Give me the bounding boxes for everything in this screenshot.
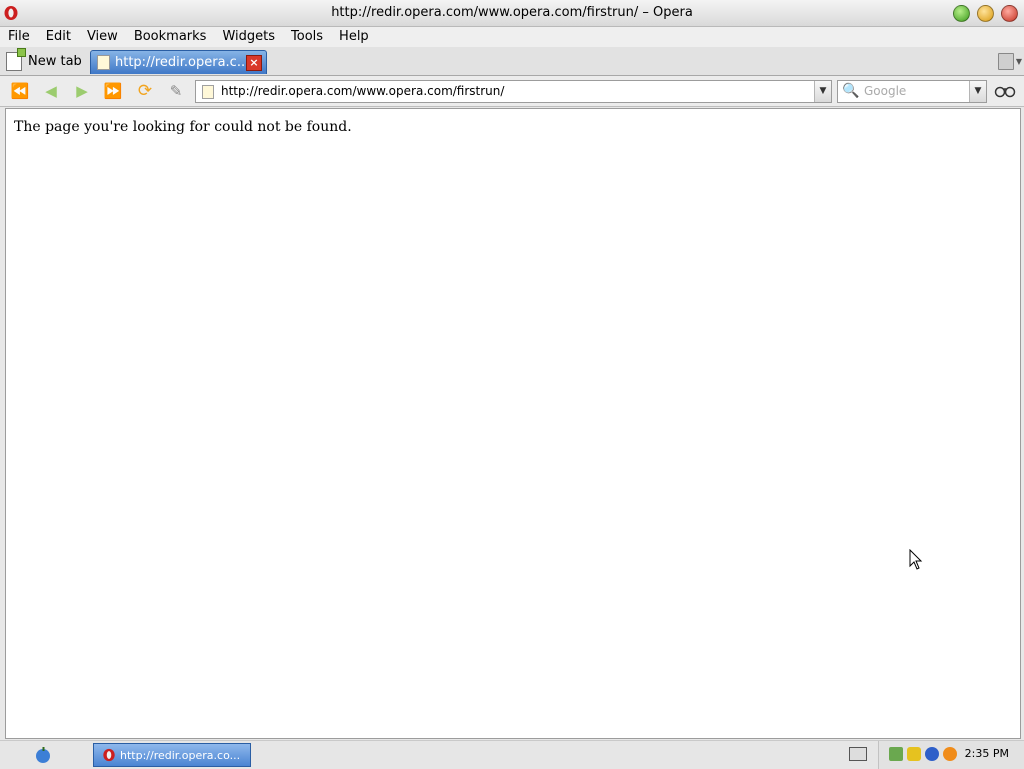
trash-icon[interactable] <box>998 53 1014 70</box>
close-tab-icon[interactable]: × <box>246 54 262 71</box>
shield-icon[interactable] <box>907 747 921 761</box>
new-tab-button[interactable]: New tab <box>6 48 86 73</box>
tab-active[interactable]: http://redir.opera.c... × <box>90 50 267 74</box>
error-message: The page you're looking for could not be… <box>14 119 352 135</box>
chevron-down-icon[interactable]: ▼ <box>1016 57 1022 66</box>
update-icon[interactable] <box>925 747 939 761</box>
menu-tools[interactable]: Tools <box>283 27 331 47</box>
taskbar-window-label: http://redir.opera.co... <box>120 748 240 762</box>
new-tab-label: New tab <box>28 54 82 69</box>
window-controls <box>953 5 1018 22</box>
maximize-button[interactable] <box>953 5 970 22</box>
page-icon <box>97 55 110 70</box>
search-engine-dropdown[interactable]: ▼ <box>969 81 986 102</box>
menu-edit[interactable]: Edit <box>38 27 79 47</box>
menu-widgets[interactable]: Widgets <box>214 27 283 47</box>
apple-icon[interactable] <box>34 746 52 764</box>
system-tray: 2:35 PM <box>878 741 1024 769</box>
search-tray-icon[interactable] <box>943 747 957 761</box>
opera-icon <box>103 748 115 762</box>
forward-icon[interactable]: ▶ <box>71 80 93 102</box>
edit-icon[interactable]: ✎ <box>165 80 187 102</box>
page-content: The page you're looking for could not be… <box>5 108 1021 739</box>
menu-bar: File Edit View Bookmarks Widgets Tools H… <box>0 27 1024 47</box>
minimize-button[interactable] <box>977 5 994 22</box>
search-input[interactable] <box>862 83 966 99</box>
address-bar[interactable]: http://redir.opera.com/www.opera.com/fir… <box>195 80 832 103</box>
mouse-pointer-icon <box>909 549 923 570</box>
fast-forward-icon[interactable]: ⏩ <box>102 80 124 102</box>
address-dropdown-button[interactable]: ▼ <box>814 81 831 102</box>
search-icon: 🔍 <box>842 83 860 99</box>
menu-help[interactable]: Help <box>331 27 377 47</box>
title-bar: http://redir.opera.com/www.opera.com/fir… <box>0 0 1024 27</box>
tab-bar: New tab http://redir.opera.c... × ▼ <box>0 47 1024 76</box>
search-box[interactable]: 🔍 ▼ <box>837 80 987 103</box>
rewind-icon[interactable]: ⏪ <box>9 80 31 102</box>
menu-view[interactable]: View <box>79 27 126 47</box>
keyboard-icon[interactable] <box>849 747 867 761</box>
window-title: http://redir.opera.com/www.opera.com/fir… <box>331 5 693 20</box>
menu-bookmarks[interactable]: Bookmarks <box>126 27 215 47</box>
new-page-icon <box>6 48 26 71</box>
taskbar: http://redir.opera.co... 2:35 PM <box>0 740 1024 769</box>
page-icon <box>202 85 214 99</box>
network-icon[interactable] <box>889 747 903 761</box>
navigation-toolbar: ⏪ ◀ ▶ ⏩ ⟳ ✎ http://redir.opera.com/www.o… <box>0 76 1024 107</box>
clock: 2:35 PM <box>964 747 1009 760</box>
menu-file[interactable]: File <box>0 27 38 47</box>
taskbar-window-button[interactable]: http://redir.opera.co... <box>93 743 251 767</box>
reload-icon[interactable]: ⟳ <box>134 80 156 102</box>
close-window-button[interactable] <box>1001 5 1018 22</box>
binoculars-icon[interactable] <box>992 80 1018 102</box>
tab-label: http://redir.opera.c... <box>115 55 246 70</box>
address-url[interactable]: http://redir.opera.com/www.opera.com/fir… <box>221 84 504 98</box>
back-icon[interactable]: ◀ <box>40 80 62 102</box>
